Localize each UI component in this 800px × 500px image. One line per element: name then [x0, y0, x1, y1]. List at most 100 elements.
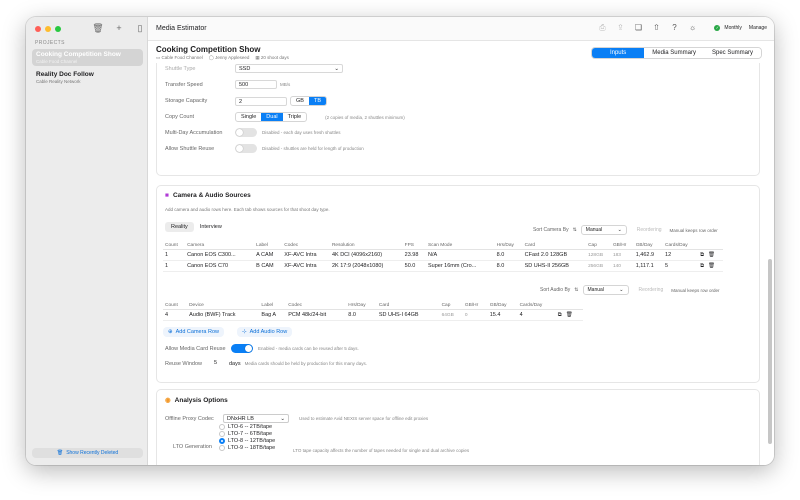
table-cell[interactable]: N/A — [425, 249, 495, 261]
project-meta: ▭ Cable Food Channel ◯ Jenny Appleseed ▦… — [156, 55, 289, 61]
sidebar-icon[interactable]: ▯ — [134, 23, 146, 34]
plus-icon[interactable]: + — [113, 23, 125, 34]
table-cell[interactable]: 128GB — [586, 249, 611, 261]
multi-day-toggle[interactable] — [235, 128, 257, 137]
vertical-scrollbar[interactable] — [768, 259, 772, 444]
table-cell[interactable]: 5 — [663, 260, 699, 272]
table-cell[interactable]: 8.0 — [346, 309, 377, 321]
tab-reality[interactable]: Reality — [165, 222, 194, 232]
book-icon[interactable]: ❏ — [633, 23, 644, 33]
table-cell[interactable]: 12 — [663, 249, 699, 261]
trash-icon[interactable]: 🗑 — [566, 312, 573, 318]
table-cell[interactable]: 1,117.1 — [633, 260, 664, 272]
trash-icon[interactable]: 🗑 — [708, 252, 715, 258]
tab-interview[interactable]: Interview — [194, 222, 228, 232]
trash-icon[interactable]: 🗑 — [708, 263, 715, 269]
copy-dual-button[interactable]: Dual — [261, 113, 283, 121]
table-cell[interactable]: 50.0 — [402, 260, 426, 272]
table-cell[interactable]: 1 — [163, 260, 186, 272]
upload-icon[interactable]: ⇧ — [651, 23, 662, 33]
chevron-down-icon: ⌄ — [617, 227, 622, 233]
project-item-cooking[interactable]: Cooking Competition Show Cable Food Chan… — [32, 49, 143, 66]
reorder-camera-button[interactable]: Reordering — [637, 227, 662, 233]
table-cell[interactable]: SD UHS-I 64GB — [376, 309, 440, 321]
reuse-window-input[interactable]: 5 — [211, 359, 229, 368]
copy-triple-button[interactable]: Triple — [283, 113, 307, 121]
sort-audio-select[interactable]: Manual ⌄ — [582, 285, 629, 295]
table-cell[interactable]: Bag A — [259, 309, 287, 321]
lto-option-8[interactable]: LTO-8 -- 12TB/tape — [219, 438, 275, 444]
minimize-window-button[interactable] — [45, 26, 51, 32]
transfer-speed-input[interactable]: 500 — [235, 80, 277, 89]
table-row[interactable]: 1 Canon EOS C300... A CAM XF-AVC Intra 4K DC… — [163, 249, 723, 261]
table-cell[interactable]: XF-AVC Intra — [282, 260, 330, 272]
table-cell[interactable]: PCM 48k/24-bit — [286, 309, 347, 321]
gear-icon[interactable]: ☼ — [687, 23, 698, 33]
table-cell[interactable]: A CAM — [254, 249, 283, 261]
table-cell[interactable]: 4K DCI (4096x2160) — [329, 249, 403, 261]
table-cell[interactable]: 1,462.9 — [633, 249, 664, 261]
camera-sort-control: Sort Camera By ⇅ Manual ⌄ Reordering Manu… — [533, 225, 718, 235]
add-camera-row-button[interactable]: ⊕ Add Camera Row — [163, 327, 225, 337]
help-icon[interactable]: ? — [669, 23, 680, 33]
table-row[interactable]: 1 Canon EOS C70 B CAM XF-AVC Intra 2K 17:9 (… — [163, 260, 723, 272]
sort-icon[interactable]: ⇅ — [573, 227, 577, 233]
tab-media-summary[interactable]: Media Summary — [644, 48, 704, 58]
lto-option-6[interactable]: LTO-6 -- 2TB/tape — [219, 424, 275, 430]
lto-option-7[interactable]: LTO-7 -- 6TB/tape — [219, 431, 275, 437]
copy-single-button[interactable]: Single — [236, 113, 261, 121]
zoom-window-button[interactable] — [55, 26, 61, 32]
manage-button[interactable]: Manage — [749, 25, 767, 31]
table-cell[interactable]: 140 — [610, 260, 634, 272]
table-cell[interactable]: SD UHS-II 256GB — [522, 260, 587, 272]
reorder-audio-button[interactable]: Reordering — [639, 287, 664, 293]
tab-inputs[interactable]: Inputs — [591, 48, 645, 58]
sort-icon[interactable]: ⇅ — [574, 287, 578, 293]
table-cell[interactable]: 256GB — [586, 260, 611, 272]
allow-shuttle-reuse-toggle[interactable] — [235, 144, 257, 153]
proxy-codec-select[interactable]: DNxHR LB ⌄ — [223, 414, 289, 423]
table-cell[interactable]: 183 — [610, 249, 634, 261]
table-cell[interactable]: 0 — [462, 309, 488, 321]
shuttle-type-select[interactable]: SSD ⌄ — [235, 64, 343, 73]
table-cell[interactable]: Audio (BWF) Track — [187, 309, 260, 321]
unit-tb-button[interactable]: TB — [308, 97, 326, 105]
table-cell[interactable]: 8.0 — [494, 249, 523, 261]
share-icon[interactable]: ⇪ — [615, 23, 626, 33]
table-cell[interactable]: B CAM — [254, 260, 283, 272]
table-cell[interactable]: Canon EOS C70 — [185, 260, 255, 272]
table-cell[interactable]: 15.4 — [487, 309, 518, 321]
lto-option-9[interactable]: LTO-9 -- 18TB/tape — [219, 445, 275, 451]
printer-icon[interactable]: ⎙ — [597, 23, 608, 33]
table-cell[interactable]: 64GB — [439, 309, 463, 321]
table-cell[interactable]: 2K 17:9 (2048x1080) — [329, 260, 403, 272]
column-header: Cards/Day — [663, 242, 699, 250]
table-cell[interactable]: 1 — [163, 249, 186, 261]
table-row[interactable]: 4 Audio (BWF) Track Bag A PCM 48k/24-bit 8.0… — [163, 309, 583, 321]
copy-icon[interactable]: ⧉ — [700, 252, 704, 258]
show-recently-deleted-button[interactable]: 🗑 Show Recently Deleted — [32, 448, 143, 458]
table-cell[interactable]: 4 — [163, 309, 188, 321]
trash-icon[interactable]: 🗑 — [92, 23, 104, 34]
storage-capacity-input[interactable]: 2 — [235, 96, 287, 106]
table-cell[interactable]: 8.0 — [494, 260, 523, 272]
unit-gb-button[interactable]: GB — [291, 97, 309, 105]
table-cell[interactable]: 4 — [517, 309, 556, 321]
sort-audio-value: Manual — [587, 287, 604, 293]
analysis-title: ◉ Analysis Options — [165, 396, 228, 405]
close-window-button[interactable] — [35, 26, 41, 32]
media-reuse-toggle[interactable] — [231, 344, 253, 353]
sort-camera-select[interactable]: Manual ⌄ — [580, 225, 627, 235]
tab-spec-summary[interactable]: Spec Summary — [703, 48, 761, 58]
table-cell[interactable]: Canon EOS C300... — [185, 249, 255, 261]
multi-day-row: Multi-Day Accumulation Disabled - each d… — [165, 128, 341, 137]
add-audio-row-button[interactable]: ⊹ Add Audio Row — [237, 327, 293, 337]
project-item-reality[interactable]: Reality Doc Follow Cable Reality Network — [32, 69, 143, 86]
copy-icon[interactable]: ⧉ — [558, 312, 562, 318]
copy-icon[interactable]: ⧉ — [700, 263, 704, 269]
table-cell[interactable]: 23.98 — [402, 249, 426, 261]
table-cell[interactable]: Super 16mm (Cro... — [425, 260, 495, 272]
table-cell[interactable]: XF-AVC Intra — [282, 249, 330, 261]
table-cell[interactable]: CFast 2.0 128GB — [522, 249, 587, 261]
lto-option-label: LTO-8 -- 12TB/tape — [228, 438, 276, 444]
